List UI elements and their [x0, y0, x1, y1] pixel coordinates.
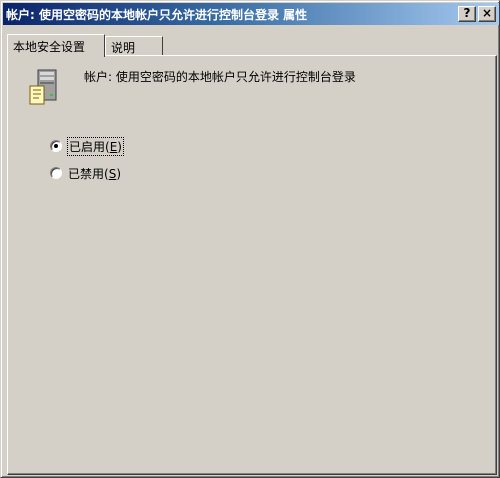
help-button[interactable]: ? — [458, 6, 476, 22]
tab-explain[interactable]: 说明 — [105, 36, 163, 56]
disabled-label[interactable]: 已禁用(S) — [68, 165, 121, 182]
enabled-label[interactable]: 已启用(E) — [67, 136, 124, 156]
server-computer-icon — [29, 69, 57, 105]
properties-dialog: 帐户: 使用空密码的本地帐户只允许进行控制台登录 属性 ? × 本地安全设置 说… — [0, 0, 500, 478]
close-button[interactable]: × — [478, 6, 496, 22]
tab-local-security-setting[interactable]: 本地安全设置 — [7, 34, 105, 57]
window-title: 帐户: 使用空密码的本地帐户只允许进行控制台登录 属性 — [6, 8, 308, 22]
title-bar[interactable]: 帐户: 使用空密码的本地帐户只允许进行控制台登录 属性 ? × — [3, 3, 499, 25]
enabled-radio[interactable] — [50, 140, 62, 152]
tab-panel: 帐户: 使用空密码的本地帐户只允许进行控制台登录 已启用(E) 已禁用(S) — [7, 55, 497, 475]
enabled-option[interactable]: 已启用(E) — [50, 136, 124, 156]
disabled-option[interactable]: 已禁用(S) — [50, 165, 121, 181]
disabled-radio[interactable] — [50, 167, 62, 179]
policy-title: 帐户: 使用空密码的本地帐户只允许进行控制台登录 — [84, 70, 356, 84]
